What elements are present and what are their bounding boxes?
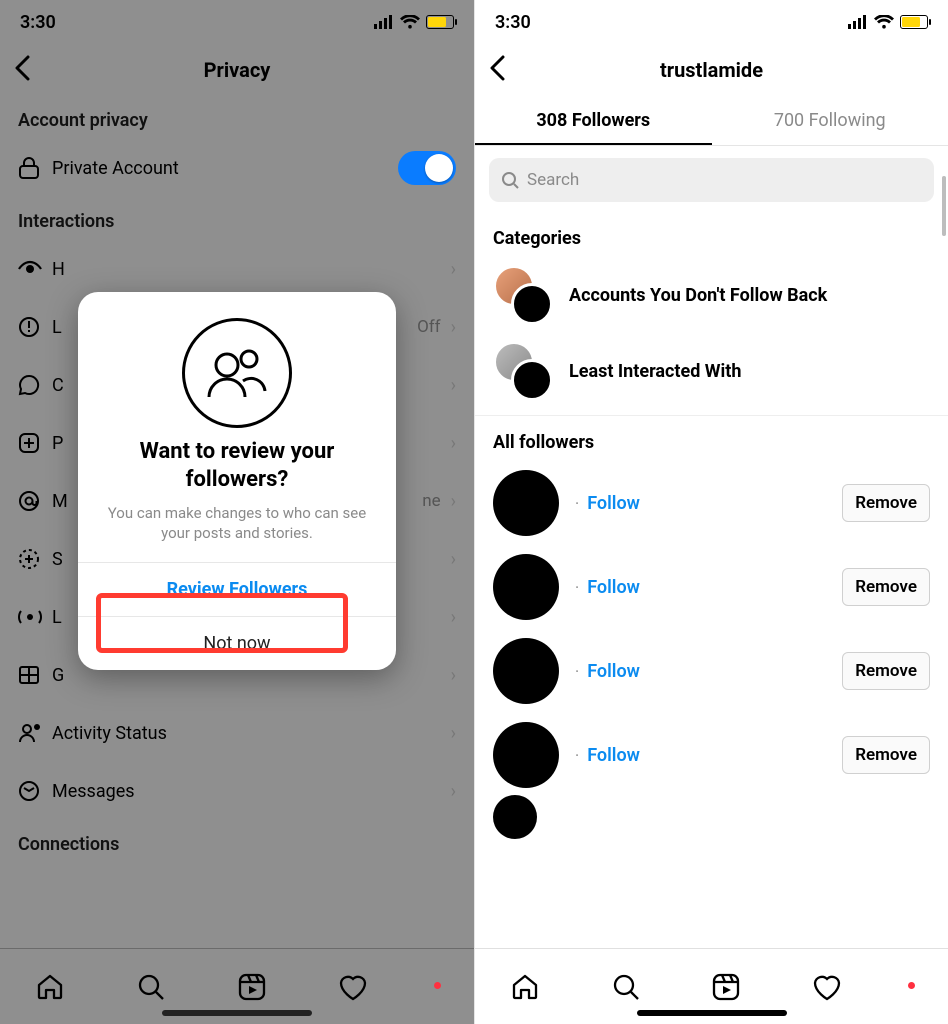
search-icon bbox=[501, 171, 519, 189]
stacked-avatars-icon bbox=[493, 341, 553, 401]
avatar-icon[interactable] bbox=[493, 638, 559, 704]
divider bbox=[475, 415, 948, 416]
category-not-follow-back[interactable]: Accounts You Don't Follow Back bbox=[475, 257, 948, 333]
chevron-right-icon: › bbox=[451, 665, 456, 686]
stacked-avatars-icon bbox=[493, 265, 553, 325]
scroll-indicator bbox=[942, 176, 946, 236]
chevron-right-icon: › bbox=[451, 723, 456, 744]
modal-title: Want to review your followers? bbox=[78, 438, 396, 493]
chevron-right-icon: › bbox=[451, 607, 456, 628]
private-account-label: Private Account bbox=[52, 158, 398, 179]
section-account-privacy: Account privacy bbox=[0, 96, 474, 139]
chevron-right-icon: › bbox=[451, 781, 456, 802]
page-title: trustlamide bbox=[519, 58, 904, 82]
home-indicator bbox=[162, 1010, 312, 1016]
section-interactions: Interactions bbox=[0, 197, 474, 240]
comment-icon bbox=[18, 374, 52, 396]
plus-square-icon bbox=[18, 432, 52, 454]
status-icons bbox=[374, 15, 454, 29]
wifi-icon bbox=[874, 15, 894, 29]
tab-home[interactable] bbox=[510, 972, 540, 1002]
status-bar: 3:30 bbox=[475, 0, 948, 44]
status-time: 3:30 bbox=[20, 12, 56, 33]
avatar-icon[interactable] bbox=[493, 470, 559, 536]
private-account-row: Private Account bbox=[0, 139, 474, 197]
search-placeholder: Search bbox=[527, 170, 579, 190]
avatar-icon[interactable] bbox=[493, 722, 559, 788]
tab-home[interactable] bbox=[35, 972, 65, 1002]
avatar-icon[interactable] bbox=[493, 795, 537, 839]
category-least-interacted[interactable]: Least Interacted With bbox=[475, 333, 948, 409]
remove-button[interactable]: Remove bbox=[842, 568, 930, 606]
private-account-toggle[interactable] bbox=[398, 151, 456, 185]
not-now-button[interactable]: Not now bbox=[78, 616, 396, 670]
nav-header: trustlamide bbox=[475, 44, 948, 96]
people-icon bbox=[182, 318, 292, 428]
row-messages[interactable]: Messages › bbox=[0, 762, 474, 820]
lock-icon bbox=[18, 156, 52, 180]
tab-likes[interactable] bbox=[812, 973, 842, 1001]
row-h[interactable]: H › bbox=[0, 240, 474, 298]
followers-screen: 3:30 trustlamide 308 Followers 700 Follo… bbox=[474, 0, 948, 1024]
battery-icon bbox=[900, 15, 928, 29]
back-button[interactable] bbox=[14, 55, 44, 85]
follower-row: ·Follow Remove bbox=[475, 713, 948, 797]
tab-likes[interactable] bbox=[338, 973, 368, 1001]
page-title: Privacy bbox=[44, 58, 430, 82]
chevron-right-icon: › bbox=[451, 433, 456, 454]
review-followers-button[interactable]: Review Followers bbox=[78, 562, 396, 616]
remove-button[interactable]: Remove bbox=[842, 736, 930, 774]
modal-body: You can make changes to who can see your… bbox=[78, 493, 396, 562]
status-time: 3:30 bbox=[495, 12, 531, 33]
follow-link[interactable]: Follow bbox=[587, 577, 640, 598]
follower-row: ·Follow Remove bbox=[475, 629, 948, 713]
section-categories: Categories bbox=[475, 214, 948, 257]
chevron-right-icon: › bbox=[451, 259, 456, 280]
guide-icon bbox=[18, 664, 52, 686]
cell-signal-icon bbox=[374, 15, 394, 29]
live-icon bbox=[18, 608, 52, 626]
dashed-circle-plus-icon bbox=[18, 548, 52, 570]
tab-reels[interactable] bbox=[237, 972, 267, 1002]
review-followers-modal: Want to review your followers? You can m… bbox=[78, 292, 396, 670]
messages-icon bbox=[18, 780, 52, 802]
chevron-right-icon: › bbox=[451, 549, 456, 570]
follower-row: ·Follow Remove bbox=[475, 545, 948, 629]
wifi-icon bbox=[400, 15, 420, 29]
chevron-right-icon: › bbox=[451, 375, 456, 396]
chevron-right-icon: › bbox=[451, 491, 456, 512]
home-indicator bbox=[637, 1010, 787, 1016]
followers-following-tabs: 308 Followers 700 Following bbox=[475, 96, 948, 146]
avatar-icon[interactable] bbox=[493, 554, 559, 620]
nav-header: Privacy bbox=[0, 44, 474, 96]
follow-link[interactable]: Follow bbox=[587, 661, 640, 682]
tab-following[interactable]: 700 Following bbox=[712, 96, 948, 145]
tab-reels[interactable] bbox=[711, 972, 741, 1002]
search-input[interactable]: Search bbox=[489, 158, 934, 202]
eye-icon bbox=[18, 260, 52, 278]
tab-search[interactable] bbox=[136, 972, 166, 1002]
section-connections: Connections bbox=[0, 820, 474, 863]
mention-icon bbox=[18, 490, 52, 512]
follow-link[interactable]: Follow bbox=[587, 493, 640, 514]
battery-icon bbox=[426, 15, 454, 29]
remove-button[interactable]: Remove bbox=[842, 484, 930, 522]
chevron-right-icon: › bbox=[451, 317, 456, 338]
activity-icon bbox=[18, 722, 52, 744]
cell-signal-icon bbox=[848, 15, 868, 29]
status-bar: 3:30 bbox=[0, 0, 474, 44]
tab-search[interactable] bbox=[611, 972, 641, 1002]
row-activity-status[interactable]: Activity Status › bbox=[0, 704, 474, 762]
status-icons bbox=[848, 15, 928, 29]
follower-row: ·Follow Remove bbox=[475, 461, 948, 545]
section-all-followers: All followers bbox=[475, 418, 948, 461]
follow-link[interactable]: Follow bbox=[587, 745, 640, 766]
warning-icon bbox=[18, 316, 52, 338]
tab-followers[interactable]: 308 Followers bbox=[475, 96, 712, 145]
privacy-screen: 3:30 Privacy Account privacy bbox=[0, 0, 474, 1024]
remove-button[interactable]: Remove bbox=[842, 652, 930, 690]
back-button[interactable] bbox=[489, 55, 519, 85]
